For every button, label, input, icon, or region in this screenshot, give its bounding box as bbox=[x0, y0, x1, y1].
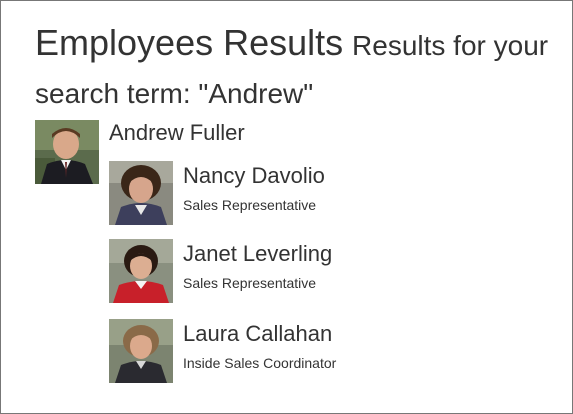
person-photo-icon bbox=[109, 161, 173, 225]
employee-title: Inside Sales Coordinator bbox=[183, 355, 337, 371]
employee-name: Nancy Davolio bbox=[183, 163, 325, 188]
employee-photo bbox=[35, 120, 99, 184]
results-panel: Employees Results Results for your searc… bbox=[0, 0, 573, 414]
page-heading: Employees Results Results for your searc… bbox=[35, 19, 560, 117]
person-photo-icon bbox=[35, 120, 99, 184]
person-photo-icon bbox=[109, 239, 173, 303]
employee-photo bbox=[109, 161, 173, 225]
employee-photo bbox=[109, 239, 173, 303]
employee-name: Andrew Fuller bbox=[109, 120, 245, 145]
employee-name: Laura Callahan bbox=[183, 321, 333, 346]
employee-title: Sales Representative bbox=[183, 197, 317, 213]
person-photo-icon bbox=[109, 319, 173, 383]
employee-photo bbox=[109, 319, 173, 383]
page-title: Employees Results bbox=[35, 22, 344, 63]
employee-title: Sales Representative bbox=[183, 275, 317, 291]
employee-name: Janet Leverling bbox=[183, 241, 333, 266]
